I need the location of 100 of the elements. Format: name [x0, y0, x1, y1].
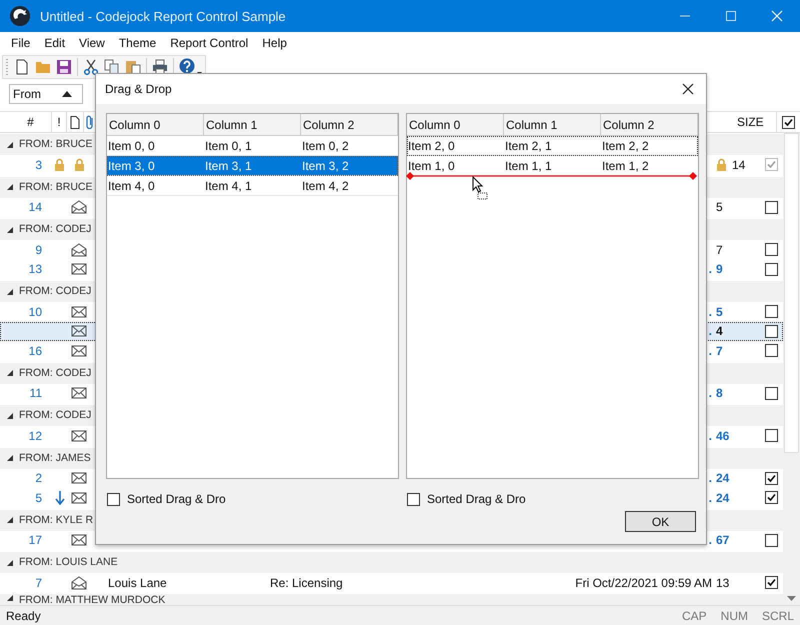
menu-item[interactable]: View	[72, 34, 112, 52]
message-number: 2	[34, 471, 43, 486]
save-icon[interactable]	[56, 59, 72, 75]
checkbox[interactable]	[765, 534, 778, 547]
list-cell-text: Item 4, 1	[204, 178, 253, 192]
group-by-dropdown[interactable]: From	[9, 84, 83, 104]
checkbox[interactable]	[765, 262, 778, 276]
list-row[interactable]: Item 1, 0 Item 1, 1 Item 1, 2	[407, 156, 698, 176]
ok-button[interactable]: OK	[625, 511, 696, 532]
list-cell-text: Item 3, 1	[204, 158, 253, 172]
scroll-down-icon[interactable]	[787, 596, 796, 601]
collapse-icon[interactable]	[6, 226, 14, 234]
column-header[interactable]: #	[0, 112, 52, 132]
checkbox[interactable]	[765, 324, 778, 338]
size-text: 4	[716, 324, 723, 338]
group-label: FROM: CODEJ	[19, 223, 92, 236]
cut-icon[interactable]	[83, 59, 99, 75]
column-header[interactable]: Column 0	[407, 114, 504, 135]
sort-option[interactable]: Sorted Drag & Dro	[406, 492, 526, 506]
size-text: 7	[716, 344, 723, 358]
checkbox[interactable]	[765, 344, 778, 358]
key-indicator: CAP	[682, 608, 707, 622]
new-document-icon[interactable]	[14, 59, 30, 75]
collapse-icon[interactable]	[6, 140, 14, 148]
collapse-icon[interactable]	[6, 183, 14, 191]
list-cell-text: Item 3, 2	[301, 158, 350, 172]
group-header-row[interactable]: FROM: LOUIS LANE	[0, 552, 783, 573]
checkbox[interactable]	[107, 492, 120, 506]
collapse-icon[interactable]	[6, 412, 14, 420]
column-header[interactable]: Column 2	[601, 114, 698, 135]
open-envelope-icon	[71, 200, 87, 214]
size-text: 13	[716, 576, 730, 590]
group-label: FROM: BRUCE	[19, 180, 92, 194]
list-view[interactable]: Column 0 Column 1 Column 2 Item 2, 0 Item 2, 1 Item 2, 2 Item 1, 0 Item 1, 1 Item 1, 2	[406, 113, 699, 479]
group-label: FROM: KYLE R	[19, 514, 94, 526]
list-row[interactable]: Item 4, 0 Item 4, 1 Item 4, 2	[107, 176, 398, 196]
checkbox[interactable]	[765, 243, 778, 256]
group-label: FROM: LOUIS LANE	[19, 556, 118, 569]
menu-item[interactable]: File	[4, 34, 38, 52]
lock-icon	[54, 158, 65, 172]
list-row[interactable]: Item 3, 0 Item 3, 1 Item 3, 2	[107, 156, 398, 176]
date-text: .	[708, 490, 712, 505]
column-header[interactable]: Column 1	[204, 114, 301, 135]
list-row[interactable]: Item 2, 0 Item 2, 1 Item 2, 2	[407, 136, 698, 156]
size-text: 67	[716, 533, 730, 548]
window-title: Untitled - Codejock Report Control Sample	[40, 8, 286, 24]
column-header[interactable]: Column 0	[107, 114, 204, 135]
checkbox[interactable]	[765, 200, 778, 214]
message-number: 11	[28, 386, 43, 400]
open-envelope-icon	[71, 242, 87, 257]
checkbox[interactable]	[782, 116, 795, 128]
lock-icon	[74, 158, 84, 172]
close-icon[interactable]	[682, 83, 694, 95]
list-view[interactable]: Column 0 Column 1 Column 2 Item 0, 0 Item 0, 1 Item 0, 2 Item 3, 0 Item 3, 1 Item 3, 2 Item 4, 0 Item 4, 1 Item 4, 2	[106, 113, 399, 479]
column-header[interactable]: !	[52, 112, 67, 132]
checkbox[interactable]	[765, 576, 778, 590]
group-label: FROM: CODEJ	[19, 366, 92, 380]
list-cell-text: Item 2, 2	[601, 138, 650, 152]
group-label: FROM: MATTHEW MURDOCK	[19, 594, 166, 605]
checkbox[interactable]	[765, 472, 778, 485]
checkbox[interactable]	[765, 429, 778, 442]
menu-item[interactable]: Edit	[37, 34, 72, 52]
collapse-icon[interactable]	[6, 454, 14, 462]
date-text: .	[708, 471, 712, 486]
menu-item[interactable]: Theme	[112, 34, 164, 52]
message-number: 13	[28, 262, 43, 276]
column-header[interactable]: Column 2	[301, 114, 398, 135]
checkbox[interactable]	[765, 386, 778, 400]
checkbox[interactable]	[407, 492, 420, 506]
scrollbar[interactable]	[783, 133, 800, 605]
column-header[interactable]: Column 1	[504, 114, 601, 135]
collapse-icon[interactable]	[6, 516, 14, 524]
envelope-icon	[71, 492, 87, 504]
envelope-icon	[71, 430, 87, 442]
collapse-icon[interactable]	[6, 558, 14, 566]
maximize-icon[interactable]	[725, 10, 737, 22]
date-text: .	[708, 533, 712, 548]
message-number: 3	[34, 158, 43, 172]
size-text: 9	[716, 262, 723, 276]
size-text: 24	[716, 471, 730, 486]
menu-item[interactable]: Report Control	[163, 34, 256, 52]
status-text: Ready	[6, 608, 41, 622]
document-icon	[70, 116, 80, 128]
size-text: 5	[716, 200, 723, 214]
group-label: FROM: BRUCE	[19, 138, 92, 151]
subject-text: Re: Licensing	[270, 576, 343, 590]
list-cell-text: Item 1, 0	[407, 158, 456, 172]
sort-option[interactable]: Sorted Drag & Dro	[106, 492, 226, 506]
checkbox[interactable]	[765, 491, 778, 504]
column-header[interactable]: SIZE	[729, 112, 777, 132]
paperclip-icon	[86, 115, 94, 129]
group-header-row[interactable]: FROM: MATTHEW MURDOCK	[0, 594, 783, 605]
date-text: .	[708, 324, 712, 338]
collapse-icon[interactable]	[6, 369, 14, 377]
checkbox[interactable]	[765, 305, 778, 318]
list-cell-text: Item 3, 0	[107, 158, 156, 172]
collapse-icon[interactable]	[6, 288, 14, 296]
menu-item[interactable]: Help	[255, 34, 294, 52]
sort-ascending-icon	[62, 91, 72, 97]
size-text: 5	[716, 304, 723, 319]
